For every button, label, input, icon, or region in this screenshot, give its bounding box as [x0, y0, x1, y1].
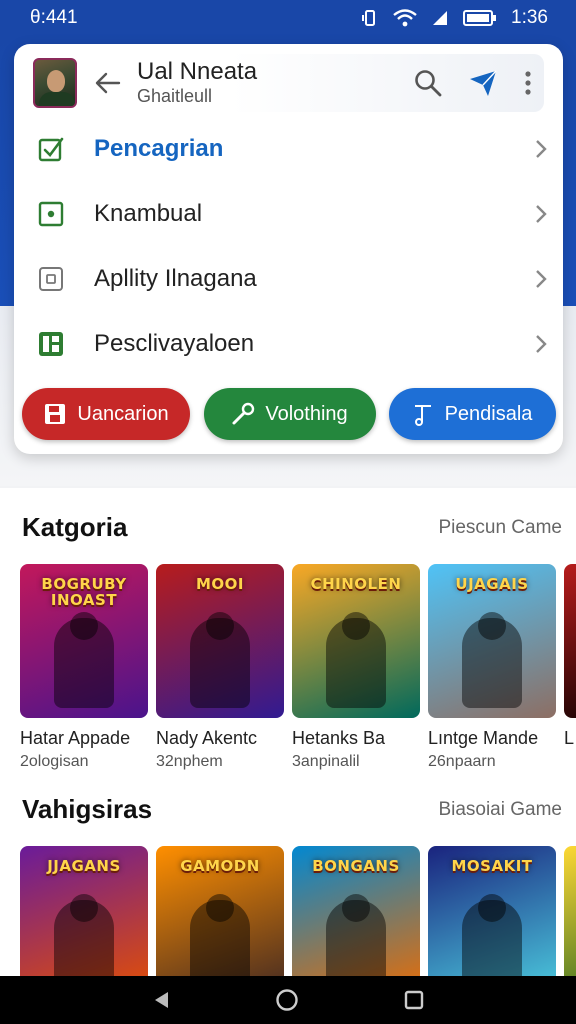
square-icon	[38, 266, 64, 292]
game-card[interactable]: JJAGANS	[20, 846, 148, 978]
game-card[interactable]: CHINOLEN Hetanks Ba 3anpinalil	[292, 564, 420, 771]
section-header: Katgoria Piescun Came	[22, 512, 562, 543]
vibrate-icon	[362, 10, 376, 26]
game-logo-text: UJAGAIS	[455, 575, 529, 593]
game-thumbnail[interactable]: MOSAKIT	[428, 846, 556, 978]
menu-label: Pesclivayaloen	[94, 329, 255, 357]
menu-item-pencagrian[interactable]: Pencagrian	[14, 116, 563, 181]
menu-item-knambual[interactable]: Knambual	[14, 181, 563, 246]
game-card[interactable]: BONGANS	[292, 846, 420, 978]
game-logo-text: JJAGANS	[47, 857, 121, 875]
game-card[interactable]: GL	[564, 564, 576, 771]
avatar[interactable]	[33, 58, 77, 108]
recents-nav-icon[interactable]	[404, 990, 424, 1010]
chevron-right-icon	[536, 269, 547, 288]
checkbox-icon	[38, 136, 64, 162]
game-subtitle: 32nphem	[156, 753, 223, 770]
game-subtitle: 26npaarn	[428, 753, 496, 770]
chevron-right-icon	[536, 139, 547, 158]
game-subtitle: 3anpinalil	[292, 753, 360, 770]
game-logo-text: MOOI	[195, 575, 244, 593]
menu-label: Pencagrian	[94, 134, 224, 162]
profile-menu-card: Ual Nneata Ghaitleull Pencagrian Knambua…	[14, 44, 563, 454]
game-logo-text: G	[570, 576, 576, 592]
search-icon[interactable]	[414, 69, 442, 97]
menu-item-apllity[interactable]: Apllity Ilnagana	[14, 246, 563, 311]
menu-label: Knambual	[94, 199, 203, 227]
chip-label: Pendisala	[444, 402, 533, 425]
game-card[interactable]: MOSAKIT	[428, 846, 556, 978]
home-nav-icon[interactable]	[275, 988, 299, 1012]
game-title: Hatar Appade	[20, 728, 131, 748]
game-card[interactable]	[564, 846, 576, 978]
game-thumbnail[interactable]: BOGRUBY INOAST	[20, 564, 148, 718]
status-bar: θ:441 1:36	[0, 0, 576, 36]
back-arrow-icon[interactable]	[93, 68, 123, 98]
title-block: Ual Nneata Ghaitleull	[137, 59, 257, 107]
game-title: Lıntge Mande	[428, 728, 539, 748]
game-content: Katgoria Piescun Came BOGRUBY INOAST Hata…	[0, 488, 576, 978]
action-chips: Uancarion Volothing Pendisala	[22, 388, 556, 440]
game-logo-text: MOSAKIT	[451, 857, 533, 875]
section-header: Vahigsiras Biasoiai Game	[22, 794, 562, 825]
game-thumbnail[interactable]: BONGANS	[292, 846, 420, 978]
wifi-icon	[393, 9, 417, 27]
section-title: Vahigsiras	[22, 794, 153, 824]
game-card[interactable]: UJAGAIS Lıntge Mande 26npaarn	[428, 564, 556, 771]
game-card[interactable]: MOOI Nady Akentc 32nphem	[156, 564, 284, 771]
game-title: Hetanks Ba	[292, 728, 386, 748]
game-thumbnail[interactable]: JJAGANS	[20, 846, 148, 978]
game-logo-text: CHINOLEN	[310, 575, 402, 593]
game-thumbnail[interactable]: MOOI	[156, 564, 284, 718]
signal-icon	[433, 11, 448, 25]
game-thumbnail[interactable]: GAMODN	[156, 846, 284, 978]
more-vert-icon[interactable]	[524, 70, 532, 96]
game-title: L	[564, 728, 575, 748]
volothing-button[interactable]: Volothing	[203, 388, 376, 440]
chip-label: Uancarion	[77, 402, 169, 425]
game-logo-text: GAMODN	[180, 857, 260, 875]
send-icon[interactable]	[468, 69, 498, 97]
grid-icon	[38, 331, 64, 357]
game-logo-text: BONGANS	[312, 857, 400, 875]
chevron-right-icon	[536, 204, 547, 223]
chip-label: Volothing	[265, 402, 348, 425]
music-icon	[414, 405, 431, 426]
battery-text: 1:36	[511, 7, 548, 28]
status-icons: 1:36	[361, 7, 548, 29]
battery-icon	[463, 10, 497, 26]
page-subtitle: Ghaitleull	[137, 86, 213, 106]
uancarion-button[interactable]: Uancarion	[22, 388, 190, 440]
game-logo-text: BOGRUBY INOAST	[41, 575, 127, 609]
card-header: Ual Nneata Ghaitleull	[22, 54, 544, 112]
game-thumbnail[interactable]: G	[564, 564, 576, 718]
clock: θ:441	[30, 7, 78, 28]
page-title: Ual Nneata	[137, 58, 258, 85]
menu-item-pesclivayaloen[interactable]: Pesclivayaloen	[14, 311, 563, 376]
menu-label: Apllity Ilnagana	[94, 264, 257, 292]
menu-list: Pencagrian Knambual Apllity Ilnagana Pes…	[14, 116, 563, 376]
game-thumbnail[interactable]	[564, 846, 576, 978]
game-subtitle: 2ologisan	[20, 753, 89, 770]
game-row: BOGRUBY INOAST Hatar Appade 2ologisan MOOI N…	[20, 564, 576, 771]
square-dot-icon	[38, 201, 64, 227]
section-title: Katgoria	[22, 512, 128, 542]
system-nav-bar	[0, 976, 576, 1024]
game-card[interactable]: BOGRUBY INOAST Hatar Appade 2ologisan	[20, 564, 148, 771]
save-icon	[45, 404, 66, 424]
chevron-right-icon	[536, 334, 547, 353]
game-title: Nady Akentc	[156, 728, 258, 748]
game-row: JJAGANS GAMODN BONGANS MOSAKIT	[20, 846, 576, 978]
back-nav-icon[interactable]	[152, 990, 170, 1010]
pendisala-button[interactable]: Pendisala	[389, 388, 556, 440]
section-link[interactable]: Biasoiai Game	[438, 799, 562, 821]
wrench-icon	[232, 402, 255, 425]
game-card[interactable]: GAMODN	[156, 846, 284, 978]
game-thumbnail[interactable]: UJAGAIS	[428, 564, 556, 718]
game-thumbnail[interactable]: CHINOLEN	[292, 564, 420, 718]
header-actions	[414, 69, 532, 97]
section-link[interactable]: Piescun Came	[438, 517, 562, 539]
